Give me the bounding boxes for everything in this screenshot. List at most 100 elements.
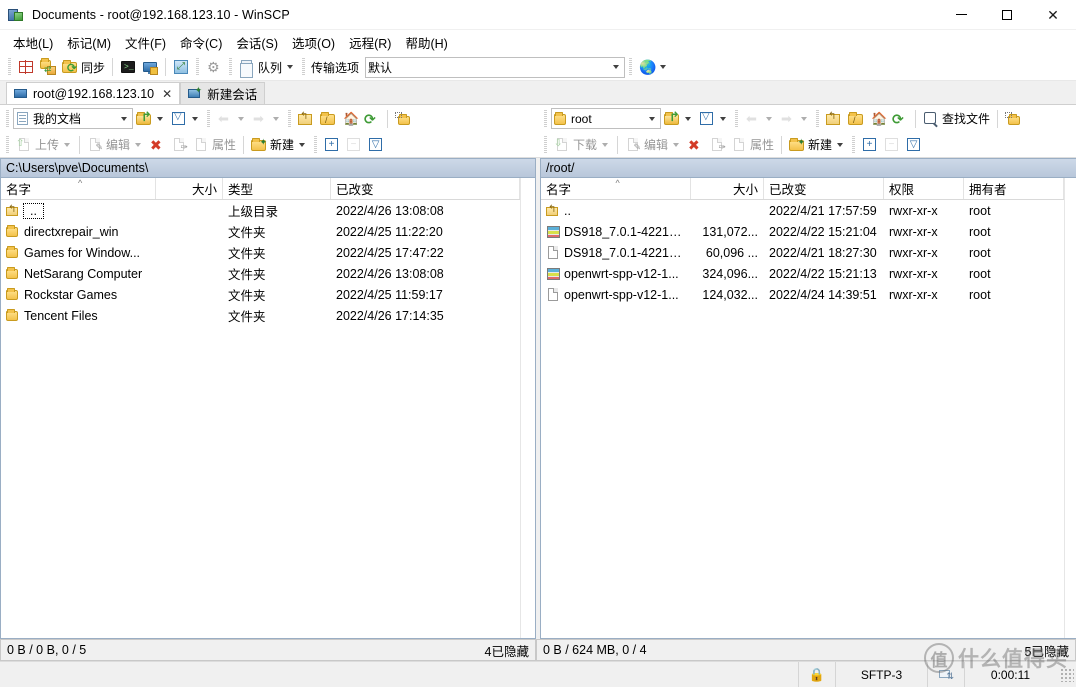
menu-options[interactable]: 选项(O) bbox=[285, 30, 342, 55]
table-row[interactable]: .. 上级目录 2022/4/26 13:08:08 bbox=[1, 200, 520, 221]
remote-rename-button[interactable]: ✑ bbox=[706, 133, 728, 156]
local-rename-button[interactable]: ✑ bbox=[168, 133, 190, 156]
toolbar-grip[interactable] bbox=[544, 109, 547, 128]
local-header-name[interactable]: 名字 ^ bbox=[1, 178, 156, 199]
menu-mark[interactable]: 标记(M) bbox=[60, 30, 118, 55]
local-row-name[interactable]: directxrepair_win bbox=[1, 224, 156, 240]
remote-unselect-button[interactable]: − bbox=[881, 133, 903, 156]
new-session-tab[interactable]: ✦ 新建会话 bbox=[180, 82, 266, 104]
remote-header-changed[interactable]: 已改变 bbox=[764, 178, 884, 199]
local-row-name[interactable]: NetSarang Computer bbox=[1, 266, 156, 282]
local-edit-button[interactable]: ✎ 编辑 bbox=[84, 133, 146, 156]
open-terminal-button[interactable]: >_ bbox=[117, 56, 139, 79]
chevron-down-icon[interactable] bbox=[602, 142, 609, 147]
chevron-down-icon[interactable] bbox=[837, 142, 844, 147]
remote-new-button[interactable]: ✦ 新建 bbox=[786, 133, 848, 156]
remote-properties-button[interactable]: 属性 bbox=[728, 133, 777, 156]
remote-row-name[interactable]: .. bbox=[541, 203, 691, 219]
synchronize-browsing-button[interactable]: ⇄ bbox=[37, 56, 59, 79]
local-properties-button[interactable]: 属性 bbox=[190, 133, 239, 156]
transfer-indicator[interactable]: ⇅ bbox=[927, 661, 964, 687]
table-row[interactable]: Rockstar Games 文件夹 2022/4/25 11:59:17 bbox=[1, 284, 520, 305]
window-resize-grip[interactable] bbox=[1060, 667, 1074, 682]
chevron-down-icon[interactable] bbox=[801, 116, 807, 121]
table-row[interactable]: DS918_7.0.1-42218.i... 131,072... 2022/4… bbox=[541, 221, 1064, 242]
synchronize-button[interactable]: ⟳ 同步 bbox=[59, 56, 108, 79]
preferences-button[interactable]: ⚙ bbox=[203, 56, 225, 79]
remote-open-directory-button[interactable]: ↱ bbox=[661, 107, 696, 130]
local-unselect-button[interactable]: − bbox=[343, 133, 365, 156]
remote-row-name[interactable]: openwrt-spp-v12-1... bbox=[541, 287, 691, 303]
menu-local[interactable]: 本地(L) bbox=[6, 30, 60, 55]
table-row[interactable]: directxrepair_win 文件夹 2022/4/25 11:22:20 bbox=[1, 221, 520, 242]
local-row-name[interactable]: Games for Window... bbox=[1, 245, 156, 261]
local-delete-button[interactable]: ✖ bbox=[146, 133, 168, 156]
toolbar-grip-2[interactable] bbox=[196, 58, 200, 76]
toolbar-grip-3[interactable] bbox=[816, 109, 819, 128]
toolbar-grip-2[interactable] bbox=[735, 109, 738, 128]
local-row-name[interactable]: .. bbox=[1, 202, 156, 219]
chevron-down-icon[interactable] bbox=[135, 142, 142, 147]
local-selection-filter-button[interactable]: ▽ bbox=[365, 133, 387, 156]
table-row[interactable]: Games for Window... 文件夹 2022/4/25 17:47:… bbox=[1, 242, 520, 263]
remote-row-name[interactable]: DS918_7.0.1-42218.... bbox=[541, 245, 691, 261]
toolbar-grip-5[interactable] bbox=[629, 58, 633, 76]
close-button[interactable]: ✕ bbox=[1030, 0, 1076, 30]
toolbar-grip-2[interactable] bbox=[207, 109, 210, 128]
table-row[interactable]: NetSarang Computer 文件夹 2022/4/26 13:08:0… bbox=[1, 263, 520, 284]
remote-selection-filter-button[interactable]: ▽ bbox=[903, 133, 925, 156]
local-header-changed[interactable]: 已改变 bbox=[331, 178, 520, 199]
chevron-down-icon[interactable] bbox=[273, 116, 279, 121]
local-header-size[interactable]: 大小 bbox=[156, 178, 223, 199]
local-header-type[interactable]: 类型 bbox=[223, 178, 331, 199]
local-home-directory-button[interactable]: 🏠 bbox=[339, 107, 361, 130]
local-row-name[interactable]: Rockstar Games bbox=[1, 287, 156, 303]
toolbar-grip[interactable] bbox=[6, 109, 9, 128]
local-filter-button[interactable] bbox=[168, 107, 203, 130]
compare-directories-button[interactable] bbox=[15, 56, 37, 79]
toolbar-grip-4[interactable] bbox=[302, 58, 306, 76]
chevron-down-icon[interactable] bbox=[673, 142, 680, 147]
remote-forward-button[interactable]: ➡ bbox=[777, 107, 812, 130]
encryption-indicator[interactable]: 🔒 bbox=[797, 661, 835, 687]
local-add-bookmark-button[interactable] bbox=[392, 107, 414, 130]
local-forward-button[interactable]: ➡ bbox=[249, 107, 284, 130]
chevron-down-icon[interactable] bbox=[720, 116, 726, 121]
chevron-down-icon[interactable] bbox=[766, 116, 772, 121]
table-row[interactable]: DS918_7.0.1-42218.... 60,096 ... 2022/4/… bbox=[541, 242, 1064, 263]
toolbar-grip[interactable] bbox=[544, 135, 547, 154]
transfer-settings-button[interactable]: 🌏 bbox=[636, 56, 671, 79]
toolbar-grip-2[interactable] bbox=[314, 135, 318, 154]
local-row-name[interactable]: Tencent Files bbox=[1, 308, 156, 324]
close-icon[interactable]: ✕ bbox=[162, 87, 172, 101]
remote-parent-directory-button[interactable] bbox=[823, 107, 845, 130]
chevron-down-icon[interactable] bbox=[299, 142, 306, 147]
remote-row-name[interactable]: openwrt-spp-v12-1... bbox=[541, 266, 691, 282]
download-button[interactable]: ⇩ 下载 bbox=[551, 133, 613, 156]
toolbar-grip[interactable] bbox=[6, 135, 9, 154]
local-parent-directory-button[interactable] bbox=[295, 107, 317, 130]
local-refresh-button[interactable]: ⟳ bbox=[361, 107, 383, 130]
local-root-directory-button[interactable]: / bbox=[317, 107, 339, 130]
local-select-button[interactable]: + bbox=[321, 133, 343, 156]
menu-file[interactable]: 文件(F) bbox=[118, 30, 173, 55]
minimize-button[interactable] bbox=[938, 0, 984, 30]
local-vertical-scrollbar[interactable] bbox=[520, 178, 535, 638]
queue-button[interactable]: 队列 bbox=[236, 56, 298, 79]
chevron-down-icon[interactable] bbox=[613, 65, 620, 69]
local-path-bar[interactable]: C:\Users\pve\Documents\ bbox=[0, 158, 536, 178]
remote-root-directory-button[interactable]: / bbox=[845, 107, 867, 130]
remote-header-name[interactable]: 名字 ^ bbox=[541, 178, 691, 199]
chevron-down-icon[interactable] bbox=[64, 142, 71, 147]
remote-filter-button[interactable] bbox=[696, 107, 731, 130]
remote-row-name[interactable]: DS918_7.0.1-42218.i... bbox=[541, 224, 691, 240]
remote-path-bar[interactable]: /root/ bbox=[540, 158, 1076, 178]
remote-select-button[interactable]: + bbox=[859, 133, 881, 156]
chevron-down-icon[interactable] bbox=[192, 116, 198, 121]
remote-location-combo[interactable]: root bbox=[551, 108, 661, 129]
find-files-button[interactable]: 查找文件 bbox=[920, 107, 993, 130]
toolbar-grip-3[interactable] bbox=[288, 109, 291, 128]
table-row[interactable]: openwrt-spp-v12-1... 324,096... 2022/4/2… bbox=[541, 263, 1064, 284]
chevron-down-icon[interactable] bbox=[157, 116, 163, 121]
toolbar-grip-2[interactable] bbox=[852, 135, 856, 154]
